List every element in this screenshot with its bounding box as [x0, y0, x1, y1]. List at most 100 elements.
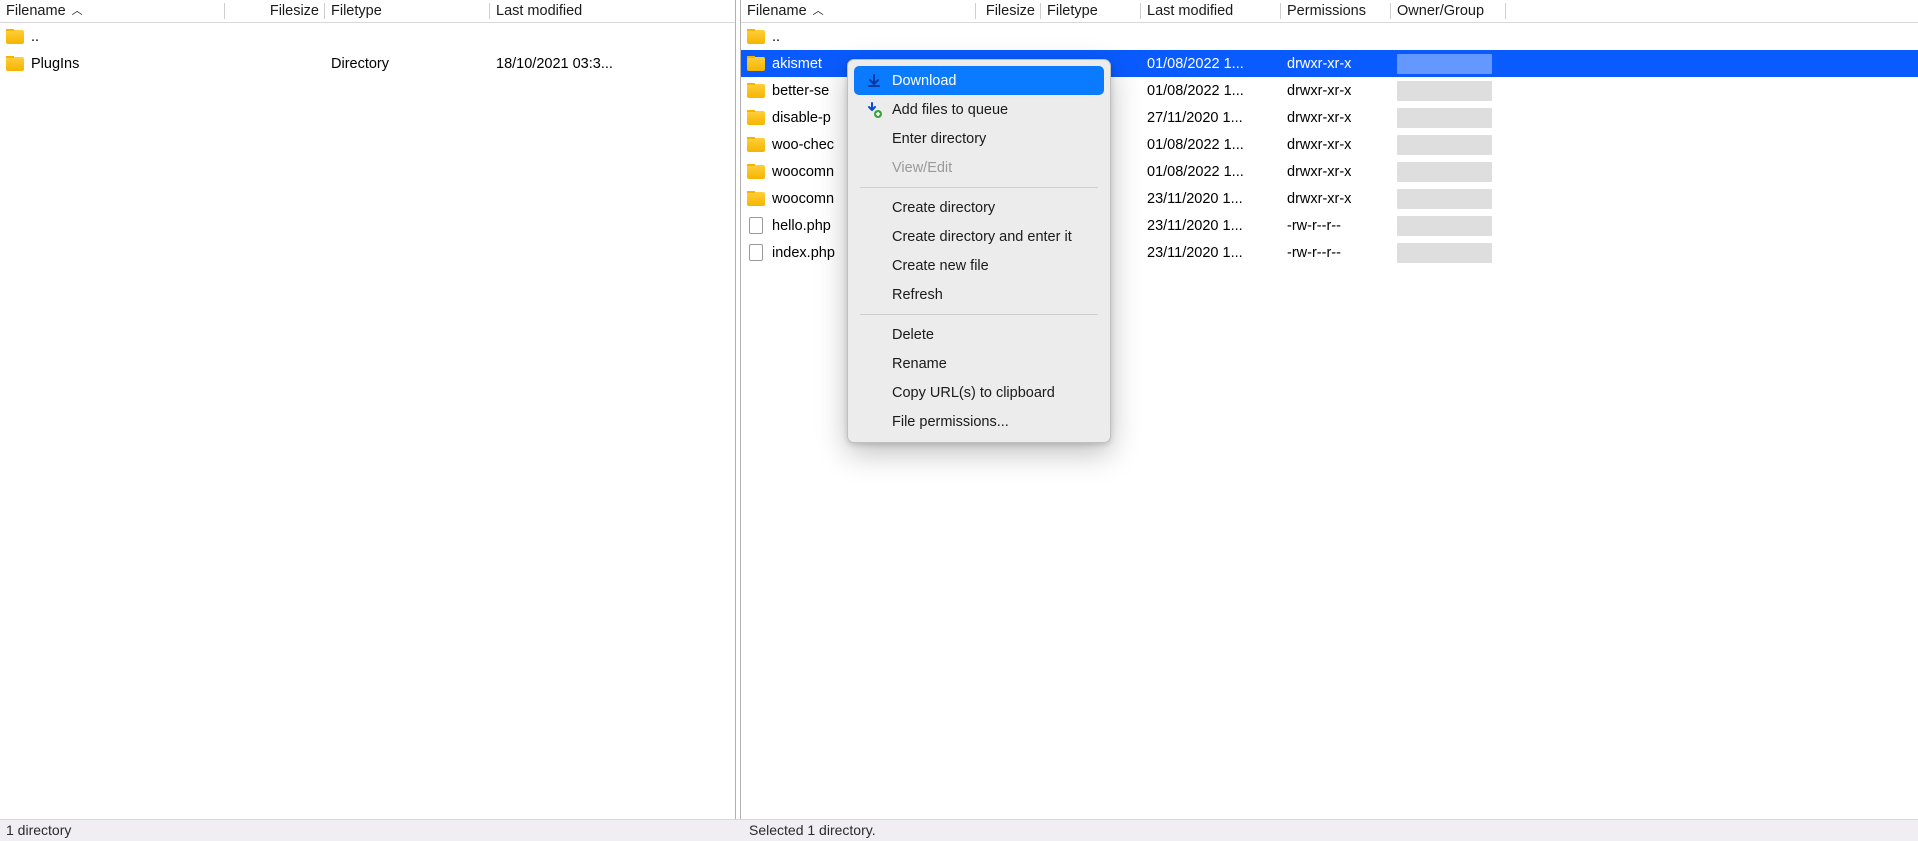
local-status: 1 directory: [0, 820, 735, 841]
menu-download[interactable]: Download: [854, 66, 1104, 95]
last-modified: 27/11/2020 1...: [1141, 110, 1281, 126]
last-modified: 01/08/2022 1...: [1141, 164, 1281, 180]
table-row[interactable]: PlugInsDirectory18/10/2021 03:3...: [0, 50, 735, 77]
col-lastmodified[interactable]: Last modified: [490, 0, 735, 22]
col-ownergroup-label: Owner/Group: [1397, 3, 1484, 19]
file-name: ..: [772, 29, 780, 45]
remote-status: Selected 1 directory.: [741, 820, 1918, 841]
last-modified: 01/08/2022 1...: [1141, 137, 1281, 153]
table-row[interactable]: ..: [741, 23, 1918, 50]
menu-add-queue[interactable]: Add files to queue: [848, 95, 1110, 124]
col-filename[interactable]: Filename ︿: [741, 0, 976, 22]
spacer-icon: [866, 131, 882, 147]
menu-copy-url[interactable]: Copy URL(s) to clipboard: [848, 378, 1110, 407]
menu-create-directory-enter-label: Create directory and enter it: [892, 229, 1072, 245]
spacer-icon: [866, 160, 882, 176]
permissions: drwxr-xr-x: [1281, 164, 1391, 180]
folder-icon: [747, 57, 765, 71]
folder-icon: [747, 111, 765, 125]
menu-enter-directory[interactable]: Enter directory: [848, 124, 1110, 153]
col-filetype-label: Filetype: [331, 3, 382, 19]
folder-icon: [6, 30, 24, 44]
owner-group: [1391, 108, 1506, 128]
permissions: drwxr-xr-x: [1281, 83, 1391, 99]
menu-file-permissions-label: File permissions...: [892, 414, 1009, 430]
col-filesize-label: Filesize: [270, 3, 319, 19]
menu-copy-url-label: Copy URL(s) to clipboard: [892, 385, 1055, 401]
folder-icon: [747, 138, 765, 152]
menu-create-directory-enter[interactable]: Create directory and enter it: [848, 222, 1110, 251]
spacer-icon: [866, 356, 882, 372]
permissions: -rw-r--r--: [1281, 218, 1391, 234]
menu-refresh-label: Refresh: [892, 287, 943, 303]
col-lastmodified-label: Last modified: [1147, 3, 1233, 19]
local-file-list[interactable]: ..PlugInsDirectory18/10/2021 03:3...: [0, 23, 735, 819]
menu-create-directory[interactable]: Create directory: [848, 193, 1110, 222]
add-queue-icon: [866, 102, 882, 118]
owner-group: [1391, 189, 1506, 209]
spacer-icon: [866, 385, 882, 401]
spacer-icon: [866, 287, 882, 303]
last-modified: 23/11/2020 1...: [1141, 191, 1281, 207]
spacer-icon: [866, 414, 882, 430]
col-filetype[interactable]: Filetype: [325, 0, 490, 22]
col-filesize[interactable]: Filesize: [976, 0, 1041, 22]
file-icon: [749, 244, 763, 261]
file-icon: [749, 217, 763, 234]
col-filesize-label: Filesize: [986, 3, 1035, 19]
menu-add-queue-label: Add files to queue: [892, 102, 1008, 118]
menu-file-permissions[interactable]: File permissions...: [848, 407, 1110, 436]
menu-create-file[interactable]: Create new file: [848, 251, 1110, 280]
sort-asc-icon: ︿: [813, 2, 824, 18]
status-bar: 1 directory Selected 1 directory.: [0, 819, 1918, 841]
col-permissions-label: Permissions: [1287, 3, 1366, 19]
remote-file-list[interactable]: ..akismet01/08/2022 1...drwxr-xr-xbetter…: [741, 23, 1918, 819]
local-header: Filename ︿ Filesize Filetype Last modifi…: [0, 0, 735, 23]
menu-delete-label: Delete: [892, 327, 934, 343]
file-name: woocomn: [772, 191, 834, 207]
col-ownergroup[interactable]: Owner/Group: [1391, 0, 1506, 22]
col-filetype[interactable]: Filetype: [1041, 0, 1141, 22]
file-name: hello.php: [772, 218, 831, 234]
col-permissions[interactable]: Permissions: [1281, 0, 1391, 22]
col-lastmodified[interactable]: Last modified: [1141, 0, 1281, 22]
table-row[interactable]: ..: [0, 23, 735, 50]
file-name: disable-p: [772, 110, 831, 126]
col-filename-label: Filename: [747, 3, 807, 19]
menu-download-label: Download: [892, 73, 957, 89]
last-modified: 23/11/2020 1...: [1141, 245, 1281, 261]
folder-icon: [747, 192, 765, 206]
menu-separator: [860, 314, 1098, 315]
owner-group: [1391, 243, 1506, 263]
owner-group: [1391, 54, 1506, 74]
last-modified: 01/08/2022 1...: [1141, 56, 1281, 72]
permissions: -rw-r--r--: [1281, 245, 1391, 261]
menu-view-edit: View/Edit: [848, 153, 1110, 182]
spacer-icon: [866, 200, 882, 216]
owner-group: [1391, 162, 1506, 182]
owner-group: [1391, 216, 1506, 236]
sort-asc-icon: ︿: [72, 2, 83, 18]
last-modified: 23/11/2020 1...: [1141, 218, 1281, 234]
col-filesize[interactable]: Filesize: [225, 0, 325, 22]
menu-separator: [860, 187, 1098, 188]
menu-create-file-label: Create new file: [892, 258, 989, 274]
folder-icon: [6, 57, 24, 71]
local-pane: Filename ︿ Filesize Filetype Last modifi…: [0, 0, 735, 819]
spacer-icon: [866, 229, 882, 245]
menu-enter-directory-label: Enter directory: [892, 131, 986, 147]
context-menu: Download Add files to queue Enter direct: [847, 59, 1111, 443]
permissions: drwxr-xr-x: [1281, 191, 1391, 207]
file-name: woocomn: [772, 164, 834, 180]
menu-rename[interactable]: Rename: [848, 349, 1110, 378]
menu-rename-label: Rename: [892, 356, 947, 372]
remote-header: Filename ︿ Filesize Filetype Last modifi…: [741, 0, 1918, 23]
remote-pane: Filename ︿ Filesize Filetype Last modifi…: [741, 0, 1918, 819]
file-name: woo-chec: [772, 137, 834, 153]
owner-group: [1391, 81, 1506, 101]
menu-refresh[interactable]: Refresh: [848, 280, 1110, 309]
permissions: drwxr-xr-x: [1281, 56, 1391, 72]
menu-delete[interactable]: Delete: [848, 320, 1110, 349]
file-name: akismet: [772, 56, 822, 72]
col-filename[interactable]: Filename ︿: [0, 0, 225, 22]
